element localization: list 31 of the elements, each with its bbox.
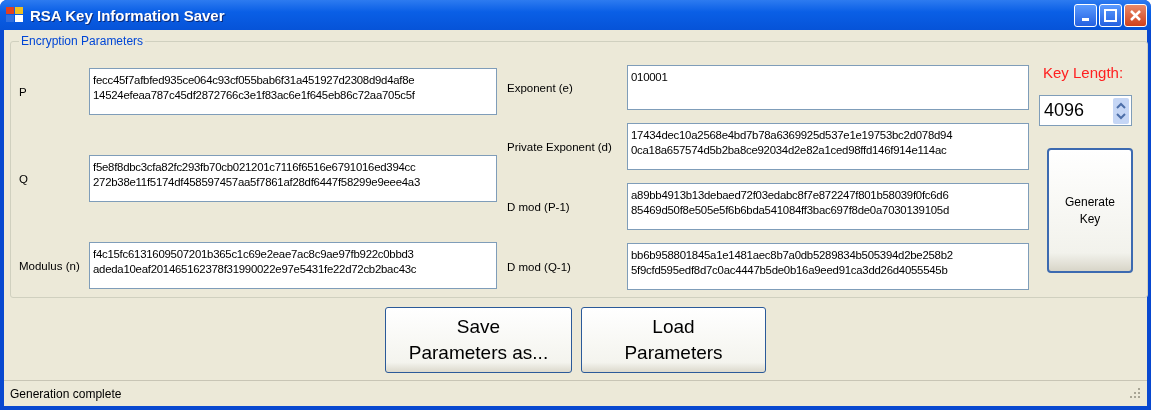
field-label: D mod (P-1) (507, 200, 571, 213)
close-button[interactable] (1124, 3, 1147, 27)
spinner-arrows-icon[interactable] (1113, 97, 1129, 124)
field-label: Modulus (n) (19, 259, 81, 272)
generate-key-button[interactable]: Generate Key (1047, 148, 1133, 273)
field-label: Exponent (e) (507, 81, 574, 94)
maximize-icon (1104, 8, 1117, 22)
app-icon (6, 7, 24, 23)
text-field[interactable]: bb6b958801845a1e1481aec8b7a0db5289834b505394d2be258b2 5f9cfd595edf8d7c0ac4447b5de0b16a9eed91ca3dd26d4055545b (627, 243, 1029, 290)
group-title: Encryption Parameters (20, 34, 145, 48)
close-icon (1129, 8, 1142, 22)
minimize-icon (1082, 18, 1089, 21)
maximize-button[interactable] (1099, 3, 1122, 27)
save-button[interactable]: Save Parameters as... (385, 307, 572, 373)
text-field[interactable]: a89bb4913b13debaed72f03edabc8f7e872247f801b58039f0fc6d6 85469d50f8e505e5f6b6bda541084ff3bac697f8de0a7030139105d (627, 183, 1029, 230)
field-label: Q (19, 172, 29, 185)
minimize-button[interactable] (1074, 3, 1097, 27)
text-field[interactable]: 17434dec10a2568e4bd7b78a6369925d537e1e19753bc2d078d94 0ca18a657574d5b2ba8ce92034d2e82a1ced98ffd146f914e114ac (627, 123, 1029, 170)
key-length-spinner[interactable]: 4096 (1039, 95, 1132, 126)
text-field[interactable]: f4c15fc6131609507201b365c1c69e2eae7ac8c9ae97fb922c0bbd3 adeda10eaf201465162378f31990022e97e5431fe22d72cb2bac43c (89, 242, 497, 289)
resize-grip-icon[interactable] (1130, 388, 1141, 399)
field-label: D mod (Q-1) (507, 260, 572, 273)
load-button[interactable]: Load Parameters (581, 307, 766, 373)
field-label: P (19, 85, 28, 98)
key-length-label: Key Length: (1043, 64, 1124, 81)
status-text: Generation complete (10, 386, 122, 401)
text-field[interactable]: 010001 (627, 65, 1029, 110)
window-title: RSA Key Information Saver (30, 6, 226, 24)
field-label: Private Exponent (d) (507, 140, 613, 153)
text-field[interactable]: fecc45f7afbfed935ce064c93cf055bab6f31a451927d2308d9d4af8e 14524efeaa787c45df2872766c3e1f83ac6e1f645eb86c72aa705c5f (89, 68, 497, 115)
text-field[interactable]: f5e8f8dbc3cfa82fc293fb70cb021201c7116f6516e6791016ed394cc 272b38e11f5174df458597457aa5f7861af28df6447f58299e9eee4a3 (89, 155, 497, 202)
